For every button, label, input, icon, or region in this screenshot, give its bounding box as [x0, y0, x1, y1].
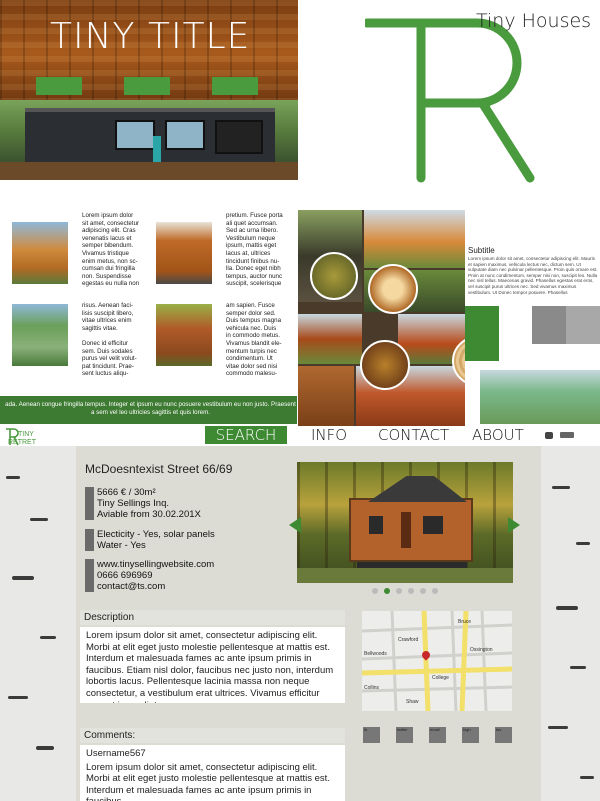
svg-text:Crawford: Crawford	[398, 637, 419, 643]
svg-text:Bruce: Bruce	[458, 619, 471, 625]
magazine-spread: Lorem ipsum dolor sit amet, consectetur …	[0, 210, 600, 426]
tiny-houses-title: Tiny Houses	[476, 10, 592, 32]
price: 5666 € / 30m²	[97, 487, 156, 498]
green-house-photo	[480, 370, 600, 424]
slider-dot-5[interactable]	[420, 588, 426, 594]
nav-logo[interactable]: TINY RETRET	[4, 428, 60, 446]
spread-paragraph-1: Lorem ipsum dolor sit amet, consectetur …	[82, 212, 140, 288]
photo-collage	[298, 210, 465, 426]
hero-house-photo	[0, 100, 298, 180]
fb-label: fb	[364, 727, 368, 732]
user-icon[interactable]	[545, 432, 553, 439]
price-group: 5666 € / 30m² Tiny Sellings Inq. Aviable…	[85, 487, 285, 520]
svg-text:Shaw: Shaw	[406, 699, 419, 705]
twitter-label: twitter	[397, 727, 408, 732]
water: Water - Yes	[97, 540, 146, 551]
slider-prev-button[interactable]	[289, 517, 301, 533]
slider-dot-3[interactable]	[396, 588, 402, 594]
svg-text:RETRET: RETRET	[8, 439, 37, 446]
house-thumb-4	[156, 304, 212, 366]
house-thumb-1	[12, 222, 68, 284]
grey-block-1	[532, 306, 566, 344]
electricity: Electicity - Yes, solar panels	[97, 529, 215, 540]
subtitle-text: Lorem ipsum dolor sit amet, consectetur …	[468, 256, 598, 295]
slider-dot-6[interactable]	[432, 588, 438, 594]
description-label: Description	[80, 610, 345, 625]
slider-dot-4[interactable]	[408, 588, 414, 594]
green-block	[465, 306, 499, 361]
listing-photo	[297, 462, 513, 583]
cart-icon[interactable]	[560, 432, 574, 438]
hero-banner: TINY TITLE	[0, 0, 298, 180]
nav-contact[interactable]: CONTACT	[378, 426, 449, 444]
comment-text: Lorem ipsum dolor sit amet, consectetur …	[86, 761, 330, 801]
fav-label: fav	[496, 727, 502, 732]
utilities-group: Electicity - Yes, solar panels Water - Y…	[85, 529, 285, 551]
description-text: Lorem ipsum dolor sit amet, consectetur …	[80, 627, 345, 703]
svg-text:College: College	[432, 675, 449, 681]
hero-button-2[interactable]	[124, 77, 170, 95]
tiny-retret-logo	[365, 18, 535, 183]
spread-paragraph-4: am sapien. Fusce semper dolor sed. Duis …	[226, 302, 282, 378]
email-label: email	[430, 727, 440, 732]
hero-title: TINY TITLE	[50, 16, 251, 57]
phone[interactable]: 0666 696969	[97, 570, 214, 581]
comment-username: Username567	[86, 748, 146, 759]
spread-footer-band: ada. Aenean congue fringilla tempus. Int…	[0, 396, 297, 424]
svg-text:Bellwoods: Bellwoods	[364, 651, 387, 657]
svg-text:Ossington: Ossington	[470, 647, 493, 653]
slider-dot-1[interactable]	[372, 588, 378, 594]
nav-info[interactable]: INFO	[311, 426, 347, 444]
email-link[interactable]: contact@ts.com	[97, 581, 214, 592]
nav-search[interactable]: SEARCH	[205, 426, 287, 444]
subtitle: Subtitle	[468, 246, 495, 255]
slider-dot-2[interactable]	[384, 588, 390, 594]
slider-next-button[interactable]	[508, 517, 520, 533]
grey-block-2	[566, 306, 600, 344]
svg-text:TINY: TINY	[18, 431, 34, 438]
house-thumb-3	[12, 304, 68, 366]
website-link[interactable]: www.tinysellingwebsite.com	[97, 559, 214, 570]
slider-dots	[372, 588, 442, 596]
seller: Tiny Sellings Inq.	[97, 498, 169, 509]
hero-button-1[interactable]	[36, 77, 82, 95]
comments-label: Comments:	[80, 728, 345, 743]
high-label: high	[463, 727, 471, 732]
contact-group: www.tinysellingwebsite.com 0666 696969 c…	[85, 559, 285, 592]
svg-text:Collins: Collins	[364, 685, 380, 691]
availability: Aviable from 30.02.201X	[97, 509, 201, 520]
spread-paragraph-3: risus. Aenean faci- lisis suscipit liber…	[82, 302, 137, 378]
listing-address: McDoesntexist Street 66/69	[85, 462, 233, 476]
nav-about[interactable]: ABOUT	[472, 426, 524, 444]
hero-button-3[interactable]	[212, 77, 258, 95]
spread-paragraph-2: pretium. Fusce porta ali quet accumsan. …	[226, 212, 283, 288]
location-map[interactable]: Bruce Bellwoods Crawford Shaw College Co…	[362, 611, 512, 711]
comment-item: Username567 Lorem ipsum dolor sit amet, …	[80, 745, 345, 801]
house-thumb-2	[156, 222, 212, 284]
